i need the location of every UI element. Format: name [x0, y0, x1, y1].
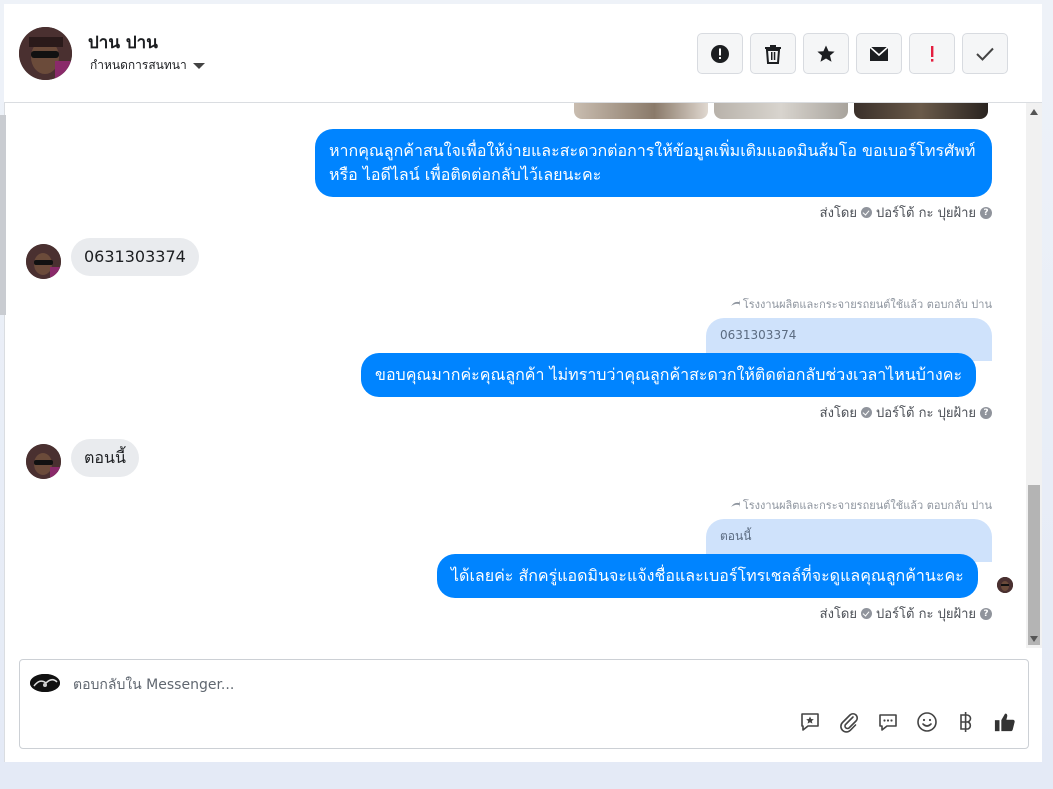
help-icon[interactable]: ? — [980, 607, 992, 620]
scroll-down-arrow-icon[interactable] — [1030, 636, 1038, 642]
chat-bubble-icon — [879, 714, 897, 731]
like-button[interactable] — [994, 711, 1016, 733]
contact-avatar-small[interactable] — [26, 244, 61, 279]
check-icon — [861, 608, 872, 619]
incoming-message[interactable]: ตอนนี้ — [71, 439, 139, 477]
star-icon — [817, 45, 835, 62]
follow-up-button[interactable] — [909, 33, 955, 74]
incoming-message[interactable]: 0631303374 — [71, 238, 199, 276]
page-avatar — [30, 674, 60, 692]
mark-spam-button[interactable] — [697, 33, 743, 74]
message-composer — [19, 659, 1029, 749]
reply-note: โรงงานผลิตและกระจายรถยนต์ใช้แล้ว ตอบกลับ… — [730, 496, 992, 514]
reply-arrow-icon — [730, 501, 740, 507]
sent-by-name: ปอร์โต้ กะ ปุยฝ้าย — [876, 406, 976, 421]
attachment-icon — [840, 712, 859, 733]
sent-by-info: ส่งโดย ปอร์โต้ กะ ปุยฝ้าย ? — [820, 202, 992, 223]
scroll-up-arrow-icon[interactable] — [1030, 109, 1038, 115]
help-icon[interactable]: ? — [980, 206, 992, 219]
sent-by-label: ส่งโดย — [819, 607, 857, 622]
outgoing-message[interactable]: ขอบคุณมากค่ะคุณลูกค้า ไม่ทราบว่าคุณลูกค้… — [361, 353, 977, 397]
composer-toolbar — [799, 711, 1016, 733]
scroll-thumb[interactable] — [1028, 485, 1040, 645]
message-thread: หากคุณลูกค้าสนใจเพื่อให้ง่ายและสะดวกต่อก… — [4, 103, 1026, 648]
star-button[interactable] — [803, 33, 849, 74]
reply-note-text: โรงงานผลิตและกระจายรถยนต์ใช้แล้ว ตอบกลับ… — [742, 298, 992, 311]
message-text: ได้เลยค่ะ สักครู่แอดมินจะแจ้งชื่อและเบอร… — [451, 566, 964, 585]
emoji-icon — [917, 712, 937, 732]
reply-input[interactable] — [73, 674, 973, 696]
contact-avatar[interactable] — [19, 27, 72, 80]
message-text: ตอนนี้ — [84, 448, 126, 467]
sent-by-label: ส่งโดย — [819, 206, 857, 221]
header-actions — [697, 33, 1008, 74]
label-dropdown-text: กำหนดการสนทนา — [90, 58, 187, 72]
alert-circle-icon — [711, 44, 729, 63]
check-icon — [861, 207, 872, 218]
delete-button[interactable] — [750, 33, 796, 74]
mark-done-button[interactable] — [962, 33, 1008, 74]
chevron-down-icon — [192, 62, 205, 69]
attach-button[interactable] — [838, 711, 860, 733]
message-text: 0631303374 — [84, 247, 186, 266]
thumbs-up-icon — [994, 713, 1015, 732]
check-icon — [861, 407, 872, 418]
conversation-header: ปาน ปาน กำหนดการสนทนา — [4, 4, 1042, 103]
conversation-label-dropdown[interactable]: กำหนดการสนทนา — [90, 56, 205, 75]
image-attachment[interactable] — [574, 103, 708, 119]
sent-by-name: ปอร์โต้ กะ ปุยฝ้าย — [876, 206, 976, 221]
seen-avatar — [997, 577, 1013, 593]
image-attachments — [574, 103, 988, 119]
baht-icon — [960, 712, 972, 732]
sent-by-info: ส่งโดย ปอร์โต้ กะ ปุยฝ้าย ? — [820, 402, 992, 423]
trash-icon — [765, 44, 781, 64]
sent-by-info: ส่งโดย ปอร์โต้ กะ ปุยฝ้าย ? — [820, 603, 992, 624]
mark-unread-button[interactable] — [856, 33, 902, 74]
emoji-button[interactable] — [916, 711, 938, 733]
thread-scrollbar[interactable] — [1026, 103, 1042, 648]
outgoing-message[interactable]: ได้เลยค่ะ สักครู่แอดมินจะแจ้งชื่อและเบอร… — [437, 554, 978, 598]
message-text: ขอบคุณมากค่ะคุณลูกค้า ไม่ทราบว่าคุณลูกค้… — [375, 365, 963, 384]
message-text: หากคุณลูกค้าสนใจเพื่อให้ง่ายและสะดวกต่อก… — [329, 141, 976, 184]
quick-reply-button[interactable] — [877, 711, 899, 733]
saved-reply-icon — [801, 713, 819, 731]
reply-note-text: โรงงานผลิตและกระจายรถยนต์ใช้แล้ว ตอบกลับ… — [742, 499, 992, 512]
contact-name[interactable]: ปาน ปาน — [88, 29, 158, 56]
help-icon[interactable]: ? — [980, 406, 992, 419]
contact-avatar-small[interactable] — [26, 444, 61, 479]
sent-by-label: ส่งโดย — [819, 406, 857, 421]
saved-reply-button[interactable] — [799, 711, 821, 733]
image-attachment[interactable] — [854, 103, 988, 119]
image-attachment[interactable] — [714, 103, 848, 119]
payment-button[interactable] — [955, 711, 977, 733]
sent-by-name: ปอร์โต้ กะ ปุยฝ้าย — [876, 607, 976, 622]
check-icon — [976, 47, 994, 61]
outgoing-message[interactable]: หากคุณลูกค้าสนใจเพื่อให้ง่ายและสะดวกต่อก… — [315, 129, 992, 197]
exclamation-icon — [931, 45, 934, 62]
envelope-icon — [869, 45, 889, 61]
reply-note: โรงงานผลิตและกระจายรถยนต์ใช้แล้ว ตอบกลับ… — [730, 295, 992, 313]
reply-arrow-icon — [730, 300, 740, 306]
quoted-text: 0631303374 — [720, 328, 797, 342]
quoted-text: ตอนนี้ — [720, 529, 752, 543]
